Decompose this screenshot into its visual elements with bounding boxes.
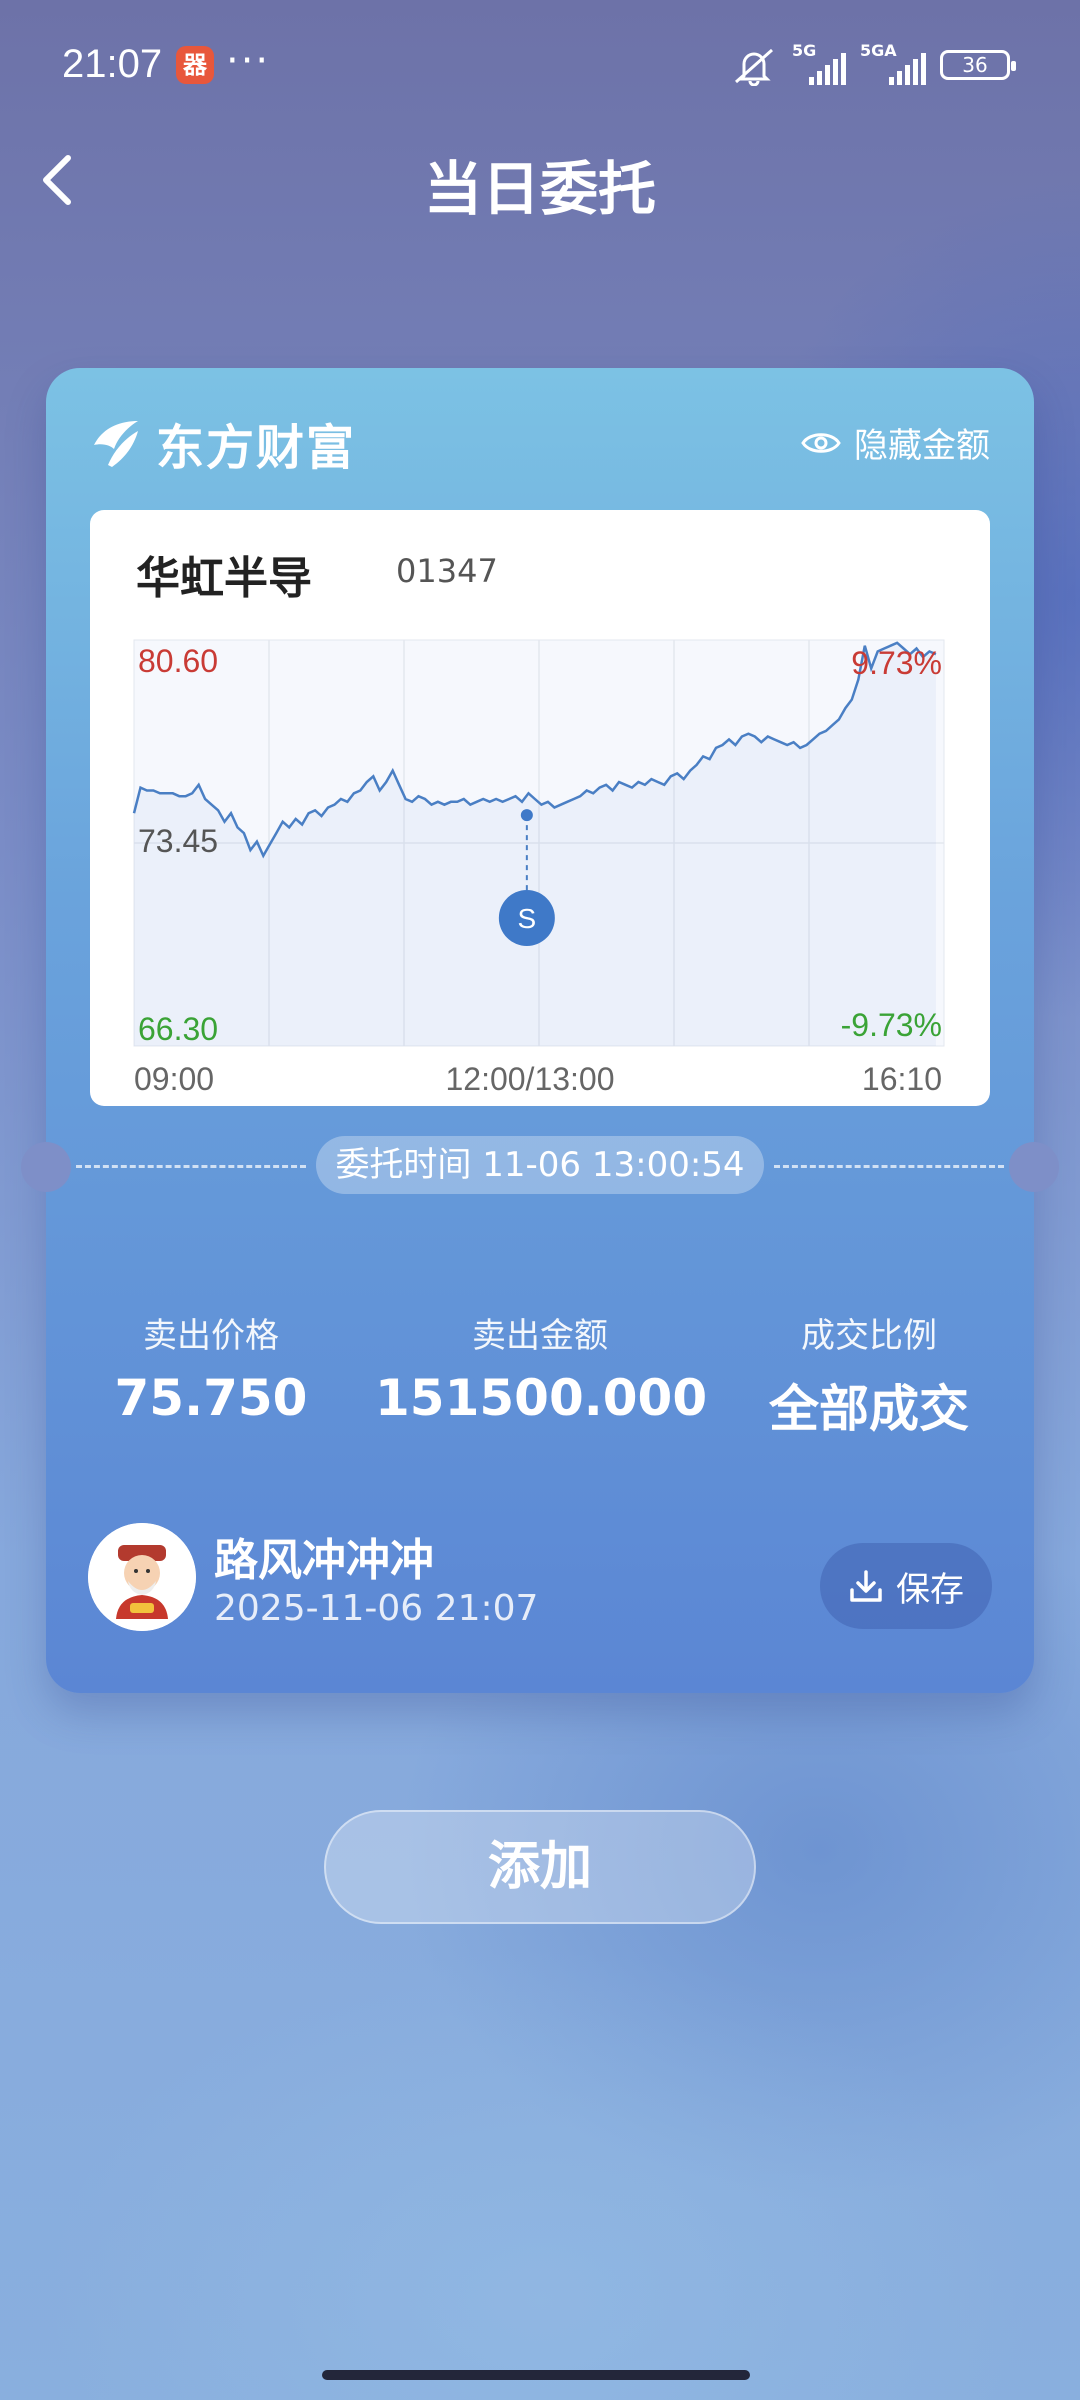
download-icon — [850, 1570, 882, 1602]
status-time: 21:07 — [62, 42, 163, 86]
signal-5ga-icon: 5GA — [860, 41, 926, 85]
signal-5g-icon: 5G — [792, 41, 846, 85]
dashed-line-left — [76, 1165, 306, 1168]
battery-icon: 36 — [940, 50, 1016, 80]
eastmoney-logo-icon — [94, 421, 138, 467]
chart-panel: 华虹半导 01347 S 80.60 73.45 66.30 9.73% -9.… — [90, 510, 990, 1106]
brand-name: 东方财富 — [156, 420, 357, 476]
x-label-open: 09:00 — [134, 1061, 214, 1097]
share-time: 2025-11-06 21:07 — [214, 1588, 539, 1629]
stat-value: 75.750 — [114, 1369, 308, 1427]
dashed-line-right — [774, 1165, 1004, 1168]
status-indicators: 5G 5GA 36 — [730, 40, 1016, 90]
stat-value: 151500.000 — [375, 1369, 708, 1427]
stat-fill-ratio: 成交比例 全部成交 — [704, 1308, 1034, 1441]
order-card: 东方财富 隐藏金额 华虹半导 01347 S 80.60 73.45 66.30… — [21, 368, 1059, 1693]
mute-bell-icon — [735, 48, 773, 86]
home-indicator[interactable] — [322, 2370, 750, 2380]
order-time-divider: 委托时间 11-06 13:00:54 — [21, 1136, 1059, 1196]
x-label-close: 16:10 — [862, 1061, 942, 1097]
intraday-chart: S 80.60 73.45 66.30 9.73% -9.73% 09:00 1… — [132, 639, 945, 1097]
pct-top-label: 9.73% — [851, 645, 942, 681]
ticket-notch-right — [1009, 1142, 1059, 1192]
avatar-image — [88, 1523, 196, 1631]
x-label-mid: 12:00/13:00 — [445, 1061, 614, 1097]
hide-amount-label: 隐藏金额 — [854, 426, 990, 466]
avatar[interactable] — [88, 1523, 196, 1631]
y-bottom-label: 66.30 — [138, 1011, 218, 1047]
add-button[interactable]: 添加 — [324, 1810, 756, 1924]
eye-icon — [801, 432, 841, 453]
save-label: 保存 — [896, 1569, 964, 1610]
sell-marker-dot — [520, 809, 533, 822]
ticket-notch-left — [21, 1142, 71, 1192]
page-title: 当日委托 — [423, 155, 656, 223]
hide-amount-toggle[interactable]: 隐藏金额 — [800, 418, 990, 467]
stat-label: 卖出金额 — [472, 1316, 608, 1356]
app-notification-icon: 器 — [176, 46, 214, 84]
stat-sell-amount: 卖出金额 151500.000 — [375, 1308, 708, 1427]
y-mid-label: 73.45 — [138, 823, 218, 859]
stat-label: 成交比例 — [801, 1316, 937, 1356]
order-time: 委托时间 11-06 13:00:54 — [316, 1136, 764, 1194]
y-top-label: 80.60 — [138, 643, 218, 679]
user-name: 路风冲冲冲 — [214, 1535, 434, 1586]
sell-marker-label: S — [518, 903, 537, 934]
more-notifications-icon: ··· — [226, 38, 271, 84]
save-button[interactable]: 保存 — [820, 1543, 992, 1629]
stat-value: 全部成交 — [769, 1380, 969, 1438]
pct-bottom-label: -9.73% — [841, 1007, 942, 1043]
brand-logo: 东方财富 — [88, 408, 356, 478]
status-bar: 21:07 器 ··· 5G 5GA 36 — [0, 0, 1080, 130]
stat-label: 卖出价格 — [143, 1316, 279, 1356]
stat-sell-price: 卖出价格 75.750 — [46, 1308, 376, 1427]
